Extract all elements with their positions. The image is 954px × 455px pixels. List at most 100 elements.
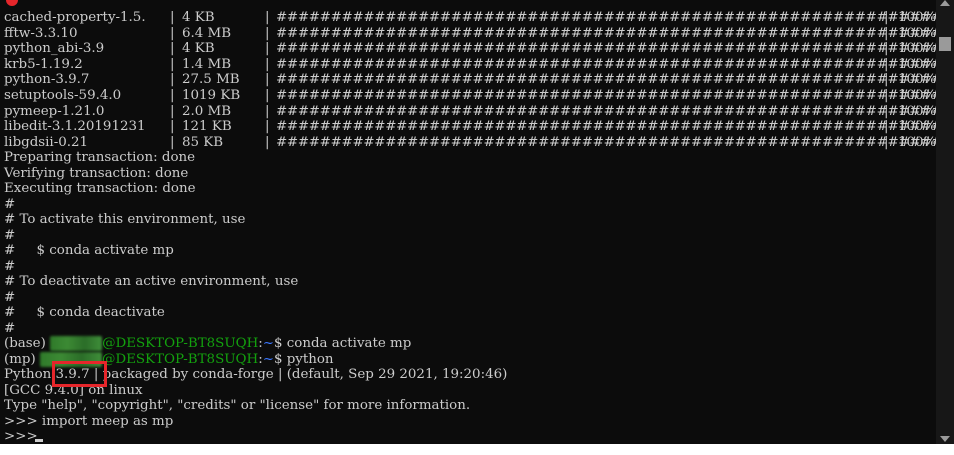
package-name: setuptools-59.4.0	[4, 88, 122, 103]
column-separator: |	[170, 103, 175, 119]
command-text: conda activate mp	[286, 336, 412, 351]
column-separator: |	[170, 10, 175, 25]
prompt-env: (base)	[4, 336, 51, 351]
package-size: 1.4 MB	[182, 56, 232, 72]
column-separator: |	[170, 56, 175, 72]
column-separator: |	[265, 72, 270, 88]
prompt-env: (mp)	[4, 352, 40, 367]
progress-percent: 100%	[898, 103, 936, 119]
package-name: fftw-3.3.10	[4, 25, 78, 41]
package-name: libgdsii-0.21	[4, 134, 89, 150]
comment-line: #	[4, 228, 16, 243]
progress-percent: 100%	[898, 72, 936, 88]
redacted-username: user	[50, 336, 103, 351]
help-line: Type "help", "copyright", "credits" or "…	[4, 398, 471, 413]
column-separator: |	[265, 56, 270, 72]
comment-line: #	[4, 290, 16, 305]
command-text: python	[286, 352, 334, 367]
column-separator: |	[170, 134, 175, 150]
python-prefix: Python	[4, 367, 56, 382]
progress-percent: 100%	[898, 134, 936, 150]
package-name: libedit-3.1.20191231	[4, 119, 146, 135]
comment-line: #	[4, 321, 16, 336]
progress-percent: 100%	[898, 10, 936, 25]
prompt-host: @DESKTOP-BT8SUQH	[102, 336, 259, 351]
progress-bar: ########################################…	[276, 56, 936, 72]
column-separator: |	[265, 88, 270, 103]
package-name: pymeep-1.21.0	[4, 103, 105, 119]
progress-bar: ########################################…	[276, 103, 936, 119]
package-size: 4 KB	[182, 10, 215, 25]
scroll-down-icon[interactable]	[940, 436, 950, 442]
progress-bar: ########################################…	[276, 25, 936, 41]
repl-prompt: >>>	[4, 414, 42, 429]
column-separator: |	[884, 134, 889, 150]
repl-line: >>> import meep as mp	[4, 414, 173, 429]
package-size: 6.4 MB	[182, 25, 232, 41]
text-cursor	[35, 439, 43, 442]
scroll-up-icon[interactable]	[940, 0, 950, 6]
column-separator: |	[884, 10, 889, 25]
column-separator: |	[265, 41, 270, 57]
column-separator: |	[265, 103, 270, 119]
prompt-path: ~	[262, 336, 275, 351]
comment-line: #	[4, 259, 16, 274]
column-separator: |	[265, 10, 270, 25]
progress-bar: ########################################…	[276, 88, 936, 103]
scrollbar-thumb[interactable]	[939, 37, 951, 51]
column-separator: |	[884, 103, 889, 119]
column-separator: |	[265, 134, 270, 150]
progress-percent: 100%	[898, 41, 936, 57]
status-line-prepare: Preparing transaction: done	[4, 150, 196, 165]
column-separator: |	[170, 25, 175, 41]
column-separator: |	[170, 41, 175, 57]
column-separator: |	[170, 72, 175, 88]
package-size: 27.5 MB	[182, 72, 240, 88]
column-separator: |	[265, 119, 270, 135]
python-build-info: | packaged by conda-forge | (default, Se…	[89, 367, 508, 382]
prompt-symbol: $	[273, 352, 287, 367]
app-icon	[6, 0, 18, 6]
comment-line: # To activate this environment, use	[4, 212, 246, 227]
column-separator: |	[884, 88, 889, 103]
package-size: 2.0 MB	[182, 103, 232, 119]
comment-line: # To deactivate an active environment, u…	[4, 274, 299, 289]
package-size: 4 KB	[182, 41, 215, 57]
column-separator: |	[884, 25, 889, 41]
package-name: python-3.9.7	[4, 72, 90, 88]
package-size: 121 KB	[182, 119, 232, 135]
progress-bar: ########################################…	[276, 72, 936, 88]
package-name: python_abi-3.9	[4, 41, 105, 57]
title-bar	[0, 0, 936, 6]
progress-percent: 100%	[898, 119, 936, 135]
prompt-symbol: $	[274, 336, 287, 351]
progress-bar: ########################################…	[276, 10, 936, 25]
package-name: krb5-1.19.2	[4, 56, 83, 72]
package-name: cached-property-1.5.	[4, 10, 146, 25]
progress-percent: 100%	[898, 25, 936, 41]
prompt-path: ~	[262, 352, 274, 367]
highlight-box	[52, 361, 107, 387]
column-separator: |	[884, 41, 889, 57]
package-size: 85 KB	[182, 134, 224, 150]
prompt-host: @DESKTOP-BT8SUQH	[101, 352, 259, 367]
progress-bar: ########################################…	[276, 41, 936, 57]
comment-line: #	[4, 197, 16, 212]
status-line-execute: Executing transaction: done	[4, 181, 196, 196]
terminal-window[interactable]: cached-property-1.5. | 4 KB | ##############…	[0, 0, 936, 444]
column-separator: |	[265, 25, 270, 41]
window-bottom-margin	[0, 444, 954, 455]
progress-bar: ########################################…	[276, 134, 936, 150]
comment-line: # $ conda deactivate	[4, 305, 165, 320]
column-separator: |	[884, 72, 889, 88]
progress-bar: ########################################…	[276, 119, 936, 135]
progress-percent: 100%	[898, 56, 936, 72]
column-separator: |	[884, 56, 889, 72]
column-separator: |	[170, 119, 175, 135]
column-separator: |	[884, 119, 889, 135]
vertical-scrollbar[interactable]	[936, 0, 954, 444]
repl-command: import meep as mp	[41, 414, 174, 429]
comment-line: # $ conda activate mp	[4, 243, 174, 258]
status-line-verify: Verifying transaction: done	[4, 166, 189, 181]
package-size: 1019 KB	[182, 88, 241, 103]
